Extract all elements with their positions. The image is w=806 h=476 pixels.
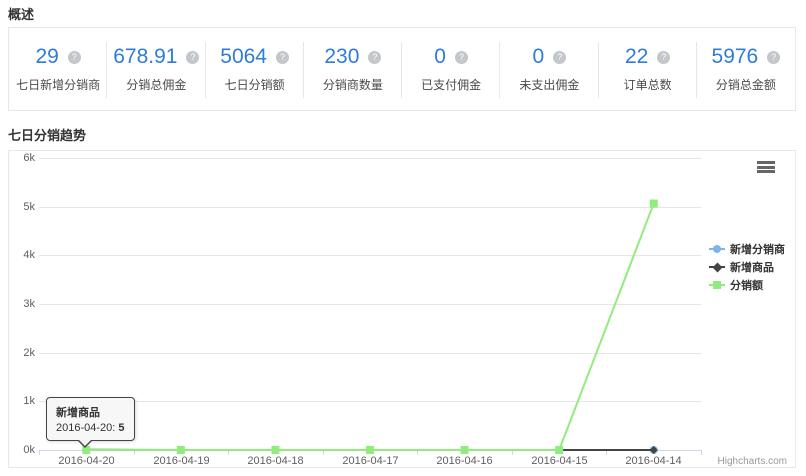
square-marker	[555, 446, 563, 454]
hamburger-icon	[757, 166, 775, 169]
stat-value: 5976	[712, 45, 759, 69]
trend-chart-title: 七日分销趋势	[8, 125, 86, 144]
help-icon[interactable]: ?	[767, 51, 780, 64]
line-square-marker-icon	[709, 280, 725, 290]
legend-item-new-products[interactable]: 新增商品	[709, 258, 785, 276]
trend-chart: 6k 5k 4k 3k 2k 1k 0k 2016-04-20 2016-04-…	[8, 150, 796, 468]
chart-menu-button[interactable]	[755, 158, 777, 176]
dashboard-page: 概述 29 ? 七日新增分销商 678.91 ? 分销总佣金 5064 ? 七日…	[0, 0, 806, 476]
stats-bar: 29 ? 七日新增分销商 678.91 ? 分销总佣金 5064 ? 七日分销额…	[8, 27, 796, 111]
help-icon[interactable]: ?	[276, 51, 289, 64]
stat-label: 订单总数	[624, 76, 672, 93]
help-icon[interactable]: ?	[657, 51, 670, 64]
stat-label: 分销总佣金	[126, 76, 186, 93]
stat-card-paid-commission: 0 ? 已支付佣金	[402, 28, 500, 110]
highcharts-credits-link[interactable]: Highcharts.com	[718, 456, 787, 467]
stat-value: 0	[434, 45, 446, 69]
help-icon[interactable]: ?	[68, 51, 81, 64]
stat-value: 29	[35, 45, 58, 69]
hamburger-icon	[757, 170, 775, 173]
square-marker	[177, 446, 185, 454]
square-marker	[650, 200, 658, 208]
stat-card-order-total: 22 ? 订单总数	[599, 28, 697, 110]
tooltip-series-name: 新增商品	[56, 404, 125, 420]
stat-card-new-distributors-7d: 29 ? 七日新增分销商	[9, 28, 107, 110]
stat-card-sales-7d: 5064 ? 七日分销额	[206, 28, 304, 110]
stat-card-distributor-count: 230 ? 分销商数量	[304, 28, 402, 110]
legend-item-sales-amount[interactable]: 分销额	[709, 276, 785, 294]
stat-value: 678.91	[113, 45, 177, 69]
stat-label: 七日新增分销商	[16, 76, 100, 93]
help-icon[interactable]: ?	[553, 51, 566, 64]
stat-card-unpaid-commission: 0 ? 未支出佣金	[500, 28, 598, 110]
square-marker	[461, 446, 469, 454]
tooltip-arrow	[78, 439, 92, 446]
help-icon[interactable]: ?	[368, 51, 381, 64]
stat-card-total-commission: 678.91 ? 分销总佣金	[107, 28, 205, 110]
stat-label: 未支出佣金	[519, 76, 579, 93]
legend-label: 新增分销商	[730, 241, 785, 257]
tooltip-value-line: 2016-04-20: 5	[56, 422, 125, 434]
stat-value: 230	[324, 45, 359, 69]
stat-label: 七日分销额	[225, 76, 285, 93]
legend-item-new-distributors[interactable]: 新增分销商	[709, 240, 785, 258]
stat-label: 分销总金额	[716, 76, 776, 93]
stat-value: 0	[533, 45, 545, 69]
stat-value: 5064	[220, 45, 267, 69]
square-marker	[271, 446, 279, 454]
chart-legend: 新增分销商 新增商品 分销额	[709, 240, 785, 294]
chart-tooltip: 新增商品 2016-04-20: 5	[46, 397, 135, 441]
line-circle-marker-icon	[709, 244, 725, 254]
help-icon[interactable]: ?	[186, 51, 199, 64]
legend-label: 新增商品	[730, 259, 774, 275]
stat-value: 22	[625, 45, 648, 69]
legend-label: 分销额	[730, 277, 763, 293]
series-line	[86, 204, 653, 450]
square-marker	[366, 446, 374, 454]
stat-label: 已支付佣金	[421, 76, 481, 93]
line-diamond-marker-icon	[709, 262, 725, 272]
stat-card-total-amount: 5976 ? 分销总金额	[697, 28, 795, 110]
overview-title: 概述	[8, 4, 34, 23]
stat-label: 分销商数量	[323, 76, 383, 93]
help-icon[interactable]: ?	[455, 51, 468, 64]
hamburger-icon	[757, 161, 775, 164]
